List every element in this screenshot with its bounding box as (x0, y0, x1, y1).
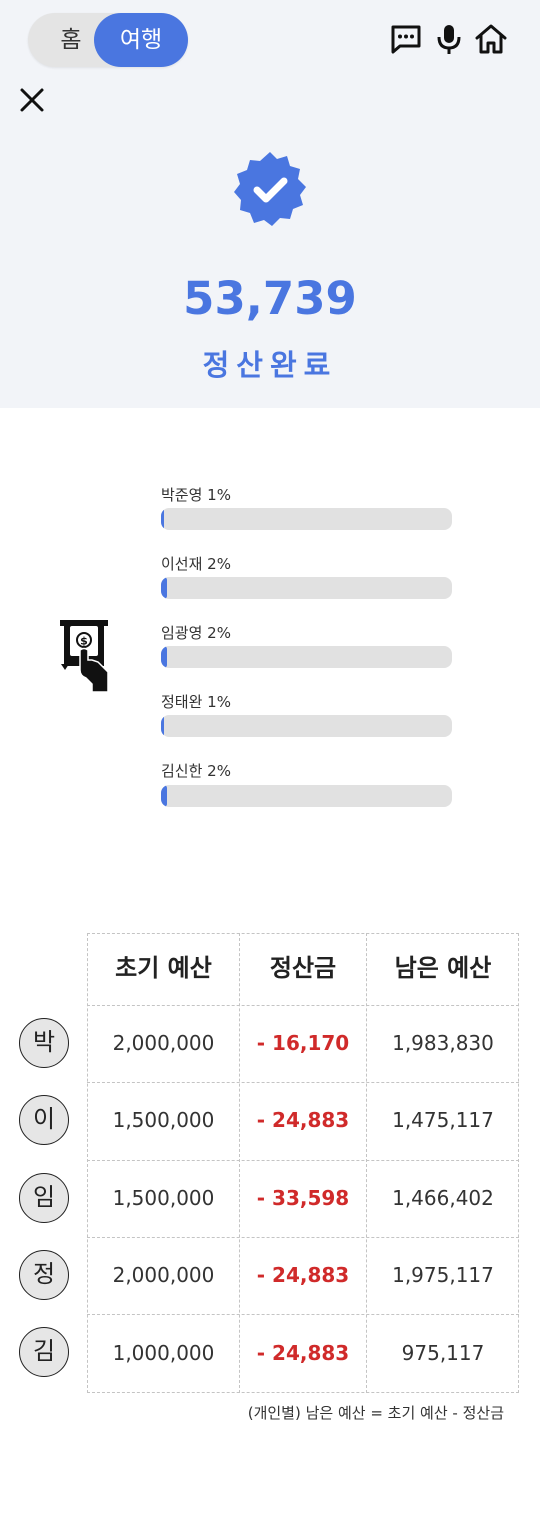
chat-icon[interactable] (389, 22, 423, 56)
remaining-budget-cell: 1,983,830 (392, 1031, 494, 1055)
avatar: 이 (19, 1095, 69, 1145)
table-divider (239, 933, 240, 1393)
remaining-budget-cell: 975,117 (401, 1341, 485, 1365)
mode-toggle[interactable]: 홈 여행 (28, 13, 188, 67)
avatar: 정 (19, 1250, 69, 1300)
progress-bar (161, 577, 452, 599)
settlement-amount: 53,739 (183, 272, 357, 325)
settlement-cell: - 16,170 (256, 1031, 350, 1055)
settlement-status: 정산완료 (202, 348, 338, 382)
bar-label: 이선재 2% (161, 555, 231, 573)
mic-icon[interactable] (432, 22, 466, 56)
settlement-cell: - 33,598 (256, 1186, 350, 1210)
initial-budget-cell: 1,500,000 (112, 1186, 215, 1210)
progress-fill (161, 577, 167, 599)
table-divider (87, 1082, 519, 1083)
home-icon[interactable] (474, 22, 508, 56)
atm-cash-withdraw-icon: $ (58, 620, 110, 692)
formula-note: (개인별) 남은 예산 = 초기 예산 - 정산금 (247, 1404, 504, 1422)
remaining-budget-cell: 1,475,117 (392, 1108, 494, 1132)
initial-budget-cell: 2,000,000 (112, 1031, 215, 1055)
progress-fill (161, 715, 164, 737)
avatar: 박 (19, 1018, 69, 1068)
initial-budget-cell: 1,500,000 (112, 1108, 215, 1132)
remaining-budget-cell: 1,466,402 (392, 1186, 494, 1210)
progress-bar (161, 646, 452, 668)
progress-bar (161, 715, 452, 737)
verified-check-icon (230, 150, 310, 230)
table-divider (87, 1160, 519, 1161)
progress-fill (161, 646, 167, 668)
bar-label: 박준영 1% (161, 486, 231, 504)
remaining-budget-cell: 1,975,117 (392, 1263, 494, 1287)
initial-budget-cell: 1,000,000 (112, 1341, 215, 1365)
svg-text:$: $ (80, 635, 88, 648)
bar-label: 김신한 2% (161, 762, 231, 780)
table-divider (87, 1237, 519, 1238)
col-header-settlement: 정산금 (269, 954, 337, 982)
table-divider (87, 1005, 519, 1006)
progress-bar (161, 508, 452, 530)
settlement-cell: - 24,883 (256, 1263, 350, 1287)
table-divider (366, 933, 367, 1393)
col-header-initial-budget: 초기 예산 (115, 954, 212, 982)
budget-table (87, 933, 519, 1393)
col-header-remaining-budget: 남은 예산 (394, 954, 492, 982)
progress-fill (161, 785, 167, 807)
table-divider (87, 1314, 519, 1315)
bar-label: 정태완 1% (161, 693, 231, 711)
progress-fill (161, 508, 164, 530)
settlement-cell: - 24,883 (256, 1108, 350, 1132)
close-icon[interactable] (16, 84, 48, 116)
settlement-cell: - 24,883 (256, 1341, 350, 1365)
avatar: 김 (19, 1327, 69, 1377)
initial-budget-cell: 2,000,000 (112, 1263, 215, 1287)
toggle-travel[interactable]: 여행 (94, 13, 188, 67)
avatar: 임 (19, 1173, 69, 1223)
bar-label: 임광영 2% (161, 624, 231, 642)
progress-bar (161, 785, 452, 807)
